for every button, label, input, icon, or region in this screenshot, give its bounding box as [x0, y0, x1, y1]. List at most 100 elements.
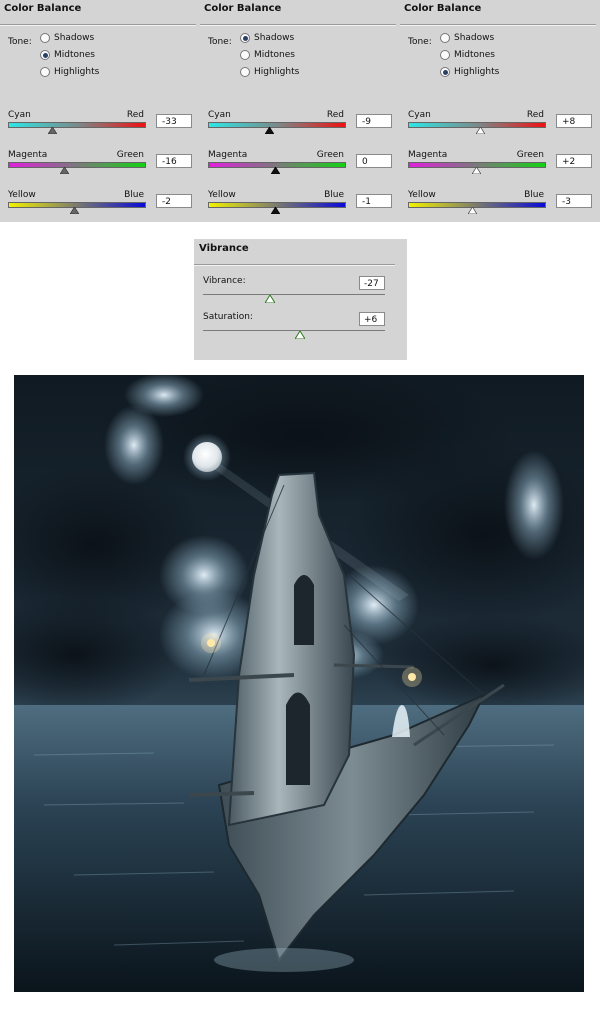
- saturation-value-field[interactable]: +6: [359, 312, 385, 326]
- slider-thumb[interactable]: [472, 167, 481, 174]
- color-balance-panel-3: Color Balance Tone: Shadows Midtones Hig…: [400, 0, 600, 222]
- slider-track[interactable]: [208, 122, 346, 128]
- tone-option-label: Midtones: [454, 50, 495, 60]
- tone-label: Tone:: [208, 37, 232, 47]
- tone-option-label: Midtones: [54, 50, 95, 60]
- tone-option-highlights[interactable]: Highlights: [240, 65, 299, 79]
- tone-label: Tone:: [8, 37, 32, 47]
- slider-right-label: Blue: [524, 190, 544, 200]
- saturation-label: Saturation:: [203, 312, 253, 322]
- slider-right-label: Red: [526, 110, 544, 120]
- slider-right-label: Blue: [324, 190, 344, 200]
- radio-button[interactable]: [40, 67, 50, 77]
- slider-left-label: Magenta: [208, 150, 248, 160]
- color-balance-panel-2: Color Balance Tone: Shadows Midtones Hig…: [200, 0, 400, 222]
- slider-right-label: Green: [116, 150, 144, 160]
- slider-left-label: Cyan: [408, 110, 431, 120]
- saturation-slider-thumb[interactable]: [295, 331, 305, 339]
- slider-value-field[interactable]: -9: [356, 114, 392, 128]
- vibrance-value-field[interactable]: -27: [359, 276, 385, 290]
- tone-option-midtones[interactable]: Midtones: [40, 48, 95, 62]
- slider-right-label: Blue: [124, 190, 144, 200]
- slider-value-field[interactable]: 0: [356, 154, 392, 168]
- tone-option-label: Shadows: [54, 33, 95, 43]
- slider-right-label: Red: [126, 110, 144, 120]
- slider-left-label: Magenta: [408, 150, 448, 160]
- vibrance-slider-track[interactable]: [203, 294, 385, 295]
- slider-left-label: Cyan: [208, 110, 231, 120]
- magenta-green-slider: Magenta Green +2: [400, 150, 596, 186]
- tone-option-label: Shadows: [454, 33, 495, 43]
- tone-option-label: Highlights: [454, 67, 500, 77]
- radio-button-selected[interactable]: [440, 67, 450, 77]
- tone-option-label: Highlights: [254, 67, 300, 77]
- vibrance-label: Vibrance:: [203, 276, 246, 286]
- tone-option-shadows[interactable]: Shadows: [40, 31, 94, 45]
- panel-title: Color Balance: [204, 3, 282, 14]
- slider-track[interactable]: [8, 122, 146, 128]
- slider-track[interactable]: [408, 202, 546, 208]
- tone-option-midtones[interactable]: Midtones: [440, 48, 495, 62]
- yellow-blue-slider: Yellow Blue -2: [0, 190, 196, 226]
- magenta-green-slider: Magenta Green -16: [0, 150, 196, 186]
- yellow-blue-slider: Yellow Blue -3: [400, 190, 596, 226]
- slider-value-field[interactable]: -16: [156, 154, 192, 168]
- tone-option-highlights[interactable]: Highlights: [440, 65, 499, 79]
- tone-option-midtones[interactable]: Midtones: [240, 48, 295, 62]
- tone-option-label: Shadows: [254, 33, 295, 43]
- slider-thumb[interactable]: [48, 127, 57, 134]
- ghost-ship-artwork: [14, 375, 584, 992]
- radio-button-selected[interactable]: [40, 50, 50, 60]
- slider-thumb[interactable]: [271, 167, 280, 174]
- slider-value-field[interactable]: +8: [556, 114, 592, 128]
- radio-button[interactable]: [440, 50, 450, 60]
- radio-button[interactable]: [240, 50, 250, 60]
- tone-option-label: Highlights: [54, 67, 100, 77]
- slider-thumb[interactable]: [468, 207, 477, 214]
- panel-title: Color Balance: [4, 3, 82, 14]
- cyan-red-slider: Cyan Red -33: [0, 110, 196, 146]
- vibrance-slider-thumb[interactable]: [265, 295, 275, 303]
- cyan-red-slider: Cyan Red -9: [200, 110, 396, 146]
- radio-button[interactable]: [440, 33, 450, 43]
- tone-option-highlights[interactable]: Highlights: [40, 65, 99, 79]
- slider-value-field[interactable]: -3: [556, 194, 592, 208]
- slider-thumb[interactable]: [265, 127, 274, 134]
- slider-right-label: Green: [316, 150, 344, 160]
- slider-left-label: Cyan: [8, 110, 31, 120]
- slider-value-field[interactable]: -1: [356, 194, 392, 208]
- slider-left-label: Yellow: [408, 190, 436, 200]
- tone-option-label: Midtones: [254, 50, 295, 60]
- slider-value-field[interactable]: -2: [156, 194, 192, 208]
- slider-track[interactable]: [8, 162, 146, 168]
- title-divider: [194, 264, 395, 266]
- radio-button[interactable]: [240, 67, 250, 77]
- slider-thumb[interactable]: [476, 127, 485, 134]
- tone-label: Tone:: [408, 37, 432, 47]
- slider-thumb[interactable]: [271, 207, 280, 214]
- panel-title: Color Balance: [404, 3, 482, 14]
- title-divider: [400, 24, 596, 26]
- panel-title: Vibrance: [199, 243, 249, 254]
- color-balance-panel-1: Color Balance Tone: Shadows Midtones Hig…: [0, 0, 200, 222]
- slider-right-label: Red: [326, 110, 344, 120]
- radio-button-selected[interactable]: [240, 33, 250, 43]
- slider-thumb[interactable]: [60, 167, 69, 174]
- slider-value-field[interactable]: +2: [556, 154, 592, 168]
- yellow-blue-slider: Yellow Blue -1: [200, 190, 396, 226]
- tone-option-shadows[interactable]: Shadows: [440, 31, 494, 45]
- slider-thumb[interactable]: [70, 207, 79, 214]
- slider-left-label: Yellow: [8, 190, 36, 200]
- magenta-green-slider: Magenta Green 0: [200, 150, 396, 186]
- bow-foam: [214, 948, 354, 972]
- tone-option-shadows[interactable]: Shadows: [240, 31, 294, 45]
- slider-left-label: Magenta: [8, 150, 48, 160]
- title-divider: [200, 24, 396, 26]
- slider-value-field[interactable]: -33: [156, 114, 192, 128]
- saturation-slider-track[interactable]: [203, 330, 385, 331]
- cyan-red-slider: Cyan Red +8: [400, 110, 596, 146]
- slider-right-label: Green: [516, 150, 544, 160]
- radio-button[interactable]: [40, 33, 50, 43]
- vibrance-panel: Vibrance Vibrance: -27 Saturation: +6: [194, 239, 407, 360]
- slider-left-label: Yellow: [208, 190, 236, 200]
